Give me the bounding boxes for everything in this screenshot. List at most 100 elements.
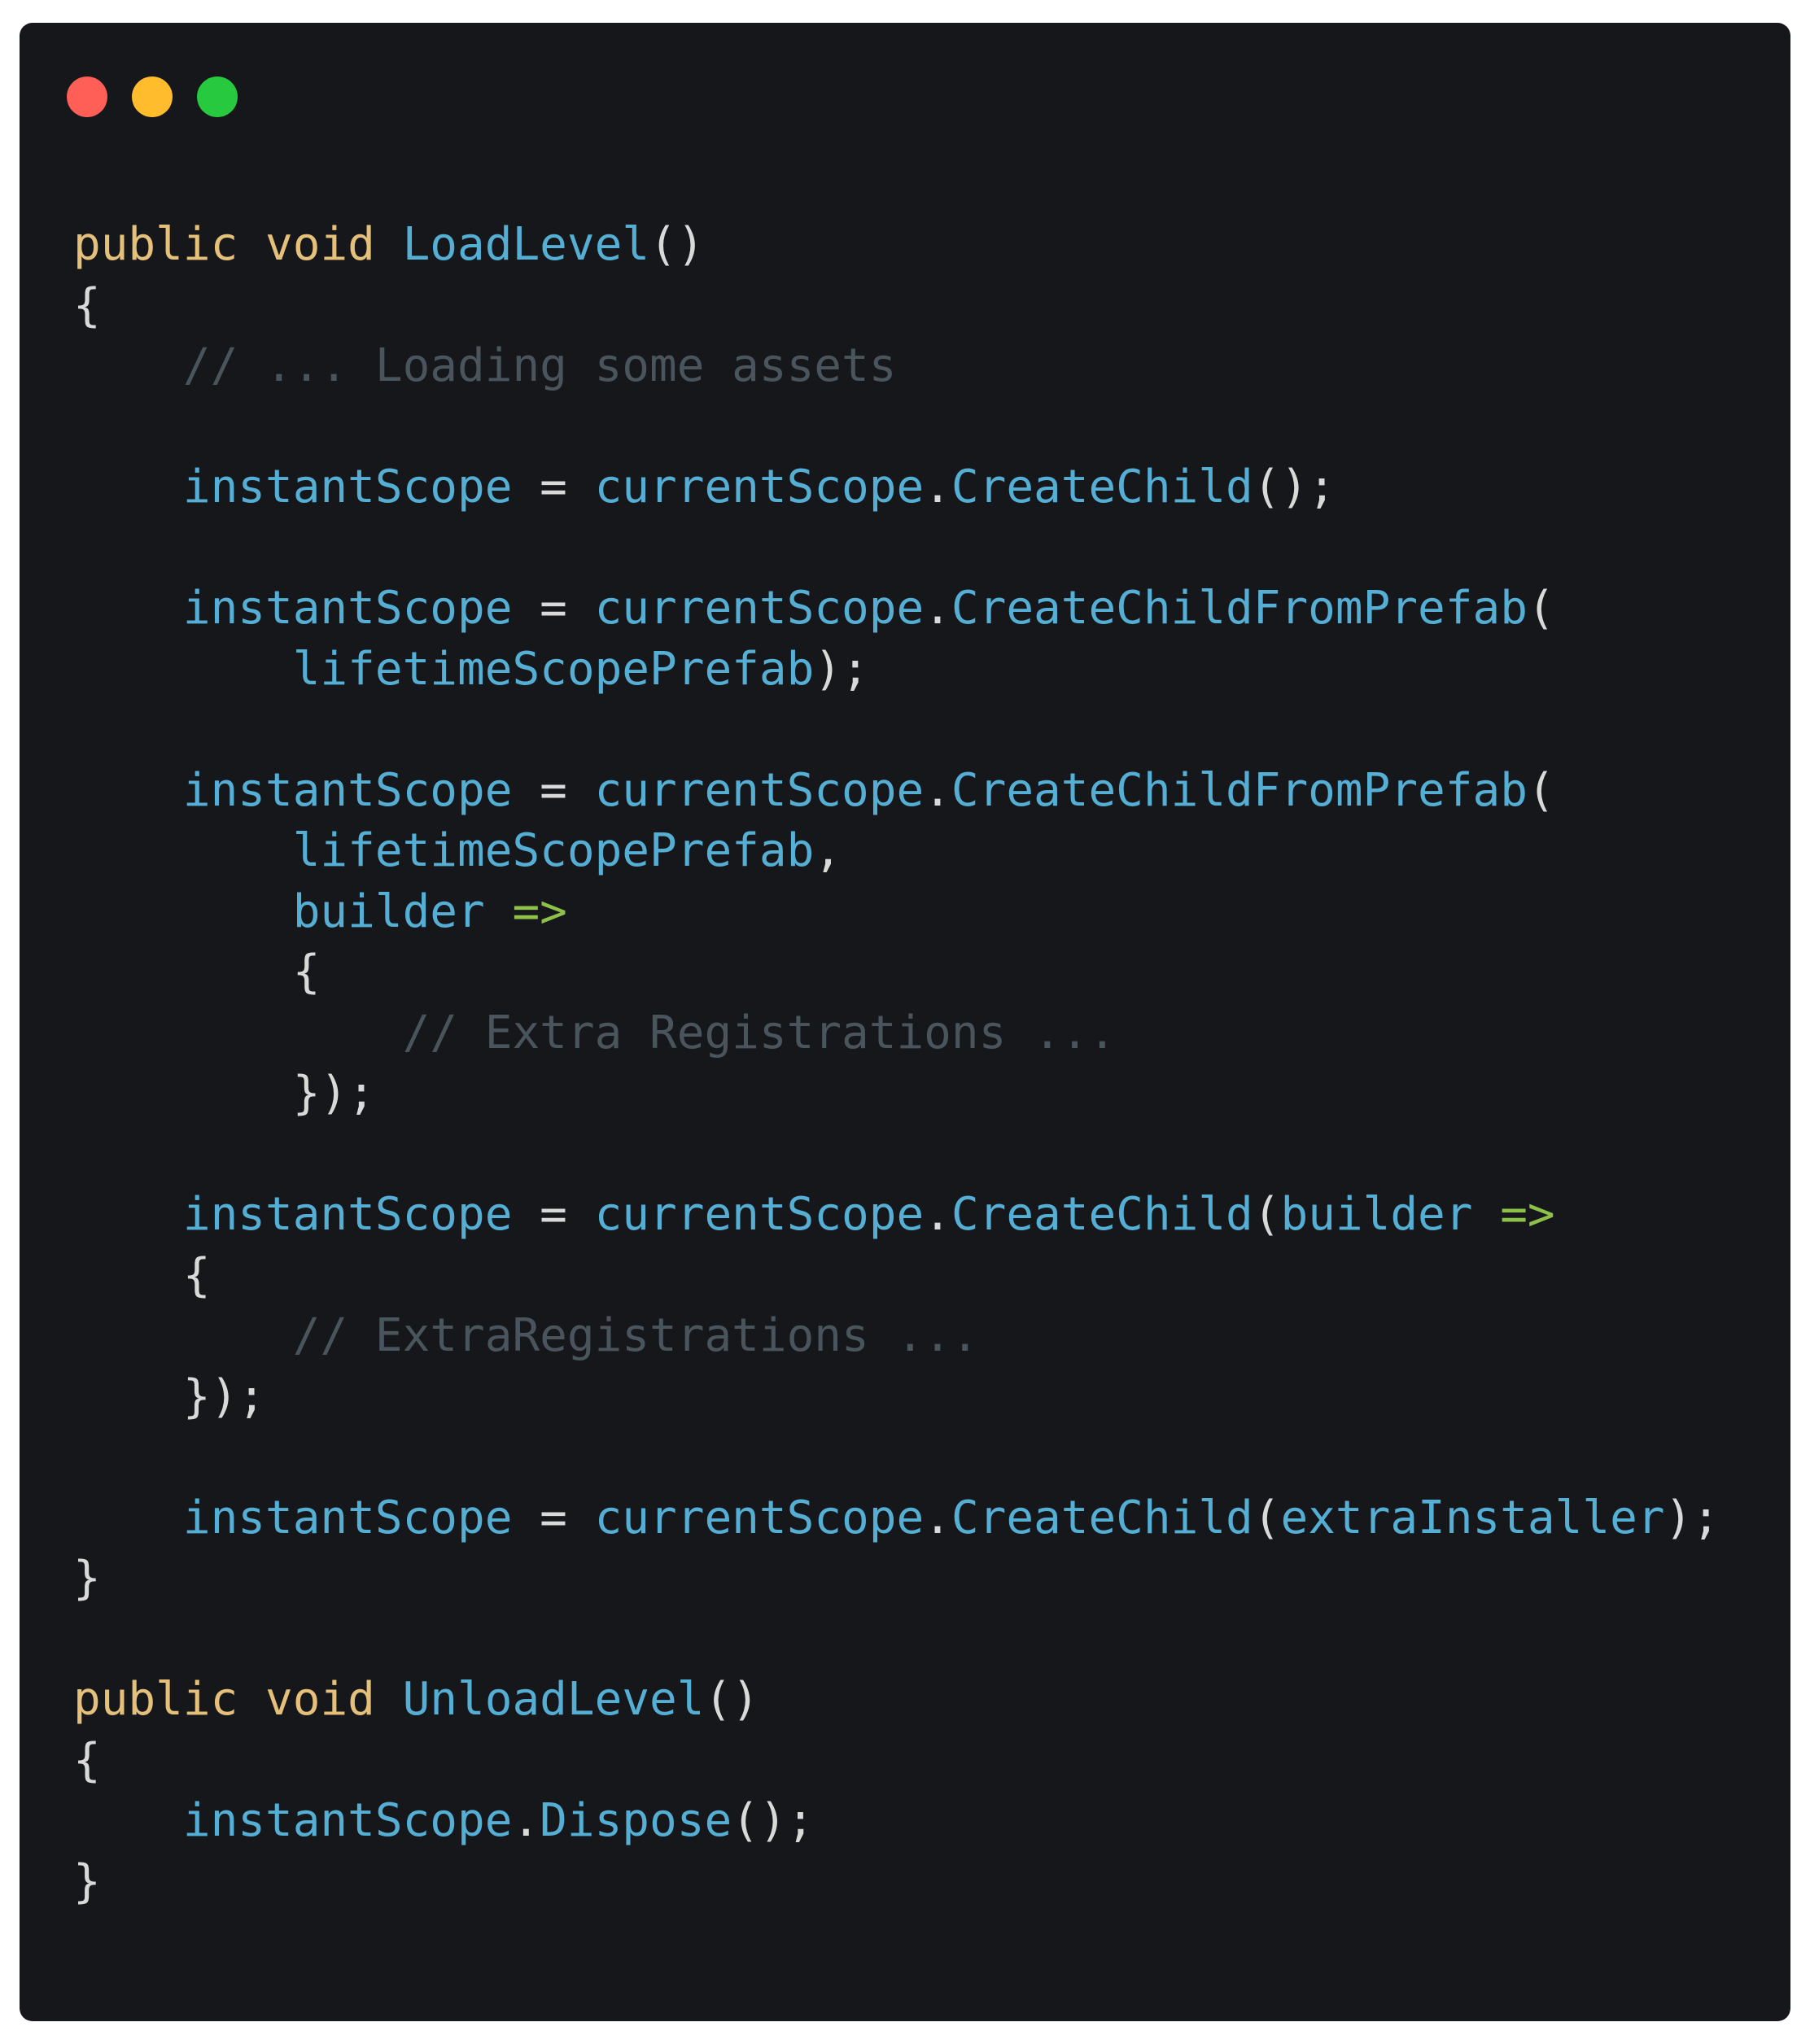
code-token-punct: ( [1527, 763, 1555, 817]
code-token-identifier: builder [292, 884, 485, 938]
code-token-identifier: currentScope [594, 1188, 925, 1241]
code-token-function: CreateChildFromPrefab [951, 582, 1528, 635]
code-token-identifier: builder [1280, 1188, 1473, 1241]
code-token-punct: ( [1527, 582, 1555, 635]
code-line: ​ [73, 397, 1720, 458]
code-token-identifier: instantScope [182, 1491, 513, 1544]
code-line: } [73, 1548, 1720, 1609]
code-line: instantScope = currentScope.CreateChildF… [73, 579, 1720, 640]
code-line: lifetimeScopePrefab); [73, 640, 1720, 701]
code-line: }); [73, 1063, 1720, 1125]
code-token-punct: . [512, 1794, 540, 1847]
code-line: { [73, 1246, 1720, 1307]
code-line: // ... Loading some assets [73, 336, 1720, 397]
code-token-punct: ); [814, 642, 869, 696]
code-token-punct: () [704, 1673, 759, 1726]
code-line: ​ [73, 1427, 1720, 1488]
code-token-arrow: => [512, 884, 567, 938]
code-token-identifier: lifetimeScopePrefab [292, 642, 815, 696]
code-token-comment: // ... Loading some assets [182, 339, 897, 392]
code-line: { [73, 942, 1720, 1003]
code-token-punct: (); [1253, 461, 1336, 513]
code-token-comment: // ExtraRegistrations ... [292, 1309, 979, 1362]
code-token-identifier: currentScope [594, 461, 925, 513]
code-token-operator: = [540, 763, 567, 817]
code-block: public void LoadLevel(){ // ... Loading … [73, 215, 1720, 1912]
code-window: public void LoadLevel(){ // ... Loading … [20, 23, 1790, 2021]
code-token-function: CreateChild [951, 461, 1253, 513]
code-token-comment: // Extra Registrations ... [402, 1006, 1117, 1059]
code-line: instantScope.Dispose(); [73, 1791, 1720, 1852]
code-token-punct: . [924, 582, 951, 635]
code-token-keyword: public [73, 1673, 238, 1726]
code-line: public void UnloadLevel() [73, 1670, 1720, 1731]
code-token-function: CreateChildFromPrefab [951, 763, 1528, 817]
code-line: { [73, 276, 1720, 337]
close-button[interactable] [67, 76, 107, 117]
code-token-keyword: public [73, 218, 238, 271]
code-line: ​ [73, 700, 1720, 761]
code-token-punct: (); [732, 1794, 815, 1847]
code-token-punct: . [924, 763, 951, 817]
code-token-keyword: void [265, 218, 375, 271]
code-line: ​ [73, 1125, 1720, 1186]
code-line: { [73, 1731, 1720, 1792]
code-token-punct: { [292, 946, 321, 998]
code-token-identifier: currentScope [594, 763, 925, 817]
code-token-identifier: currentScope [594, 1491, 925, 1544]
minimize-button[interactable] [132, 76, 173, 117]
code-token-punct: . [924, 1188, 951, 1241]
code-token-punct: ( [1253, 1491, 1281, 1544]
code-token-identifier: instantScope [182, 461, 513, 513]
code-token-identifier: lifetimeScopePrefab [292, 824, 815, 877]
code-token-punct: { [73, 278, 101, 332]
code-token-function: CreateChild [951, 1188, 1253, 1241]
zoom-button[interactable] [197, 76, 238, 117]
code-token-punct: } [73, 1552, 101, 1605]
code-line: } [73, 1852, 1720, 1913]
code-line: instantScope = currentScope.CreateChild(… [73, 1185, 1720, 1246]
code-token-punct: ); [1664, 1491, 1720, 1544]
code-token-punct: }); [292, 1067, 375, 1120]
code-token-punct: { [182, 1248, 211, 1302]
code-token-arrow: => [1500, 1188, 1555, 1241]
code-line: // ExtraRegistrations ... [73, 1306, 1720, 1367]
code-line: instantScope = currentScope.CreateChild(… [73, 457, 1720, 518]
code-token-function: CreateChild [951, 1491, 1253, 1544]
code-token-punct: . [924, 1491, 951, 1544]
code-token-identifier: currentScope [594, 582, 925, 635]
code-token-punct: () [649, 218, 705, 271]
code-line: public void LoadLevel() [73, 215, 1720, 276]
code-token-identifier: instantScope [182, 1188, 513, 1241]
code-line: builder => [73, 882, 1720, 943]
code-token-operator: = [540, 582, 567, 635]
code-token-punct: ( [1253, 1188, 1281, 1241]
